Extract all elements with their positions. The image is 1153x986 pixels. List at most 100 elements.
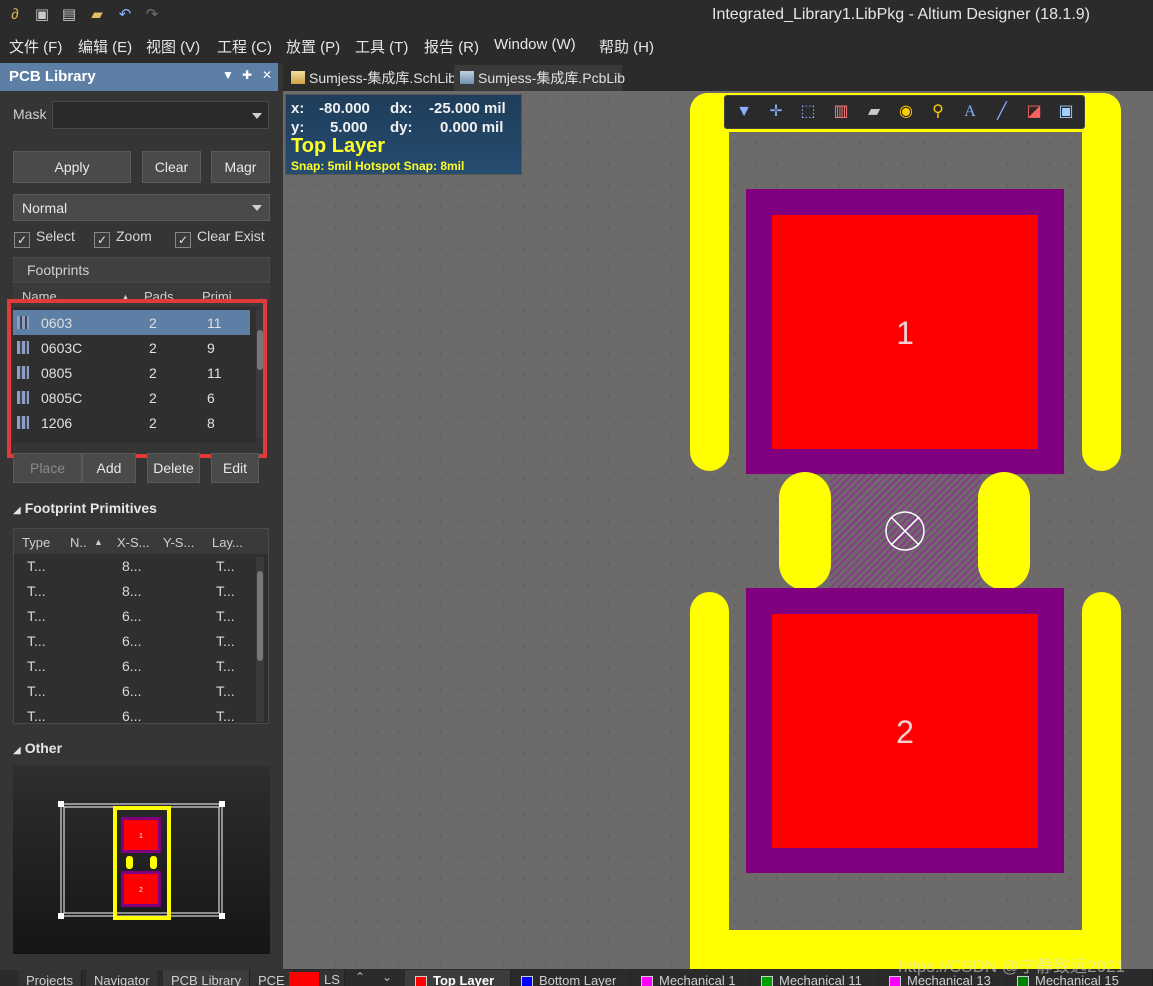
menu-place[interactable]: 放置 (P) [286,36,340,57]
select-area-icon[interactable]: ⬚ [797,101,819,123]
zoom-checkbox[interactable]: ✓ Zoom [94,228,152,248]
undo-icon[interactable]: ↶ [114,4,136,26]
y-value: 5.000 [330,119,368,136]
mask-dropdown-icon[interactable] [252,113,262,119]
primitive-row[interactable]: T... 8... T... [14,554,254,579]
preview-handle[interactable] [219,801,225,807]
primitives-scrollbar[interactable] [256,557,264,722]
mode-select[interactable]: Normal [13,194,270,221]
footprint-preview[interactable]: 1 2 [13,766,270,954]
check-icon: ✓ [14,232,30,248]
other-section[interactable]: ◢ Other [13,740,62,756]
region-icon[interactable]: ◪ [1023,101,1045,123]
tab-navigator[interactable]: Navigator [86,970,159,986]
save-all-icon[interactable]: ▤ [58,4,80,26]
pad-2[interactable]: 2 [772,614,1038,848]
pcb-canvas[interactable]: x: -80.000 dx: -25.000 mil y: 5.000 dy: … [283,91,1153,969]
layer-scroll-up-icon[interactable]: ⌃ [355,970,365,984]
line-icon[interactable]: ╱ [991,101,1013,123]
pad-icon[interactable]: ◉ [895,101,917,123]
panel-header: PCB Library ▼ ✚ ✕ [0,63,278,91]
menu-file[interactable]: 文件 (F) [9,36,62,57]
primitives-section[interactable]: ◢ Footprint Primitives [13,500,157,516]
menu-tools[interactable]: 工具 (T) [355,36,408,57]
component-icon[interactable]: ▰ [863,101,885,123]
open-folder-icon[interactable]: ▰ [86,4,108,26]
layer-set-button[interactable]: LS [320,970,345,986]
layer-tab-bottom-layer[interactable]: Bottom Layer [511,970,631,986]
tab-projects[interactable]: Projects [18,970,82,986]
via-icon[interactable]: ⚲ [927,101,949,123]
layer-tab-top-layer[interactable]: Top Layer [405,970,511,986]
preview-handle[interactable] [58,801,64,807]
layer-color-swatch [415,976,427,986]
col-x-size[interactable]: X-S... [117,535,150,550]
col-layer[interactable]: Lay... [212,535,243,550]
text-icon[interactable]: A [959,101,981,123]
add-button[interactable]: Add [82,453,136,483]
preview-handle[interactable] [58,913,64,919]
menu-edit[interactable]: 编辑 (E) [78,36,132,57]
preview-handle[interactable] [219,913,225,919]
pad-1[interactable]: 1 [772,215,1038,449]
primitive-type: T... [27,658,46,674]
clear-exist-checkbox[interactable]: ✓ Clear Exist [175,228,265,248]
primitive-type: T... [27,583,46,599]
primitive-row[interactable]: T... 6... T... [14,604,254,629]
current-layer-swatch[interactable] [289,972,319,986]
align-icon[interactable]: ▥ [830,101,852,123]
layer-color-swatch [641,976,653,986]
menu-reports[interactable]: 报告 (R) [424,36,479,57]
redo-icon[interactable]: ↷ [141,4,163,26]
pin-icon[interactable]: ✚ [242,68,252,82]
scroll-thumb[interactable] [257,571,263,661]
3d-body-icon[interactable]: ▣ [1055,101,1077,123]
primitive-x-size: 6... [122,708,142,724]
menu-window[interactable]: Window (W) [494,36,576,53]
primitive-row[interactable]: T... 8... T... [14,579,254,604]
tab-pcblib[interactable]: Sumjess-集成库.PcbLib [454,65,626,91]
tab-pcb-library[interactable]: PCB Library [163,970,251,986]
zoom-checkbox-label: Zoom [116,228,152,244]
footprints-header-label: Footprints [27,262,90,278]
app-logo-icon: ∂ [11,6,19,23]
primitive-row[interactable]: T... 6... T... [14,704,254,724]
primitive-row[interactable]: T... 6... T... [14,679,254,704]
layer-tab-label: Mechanical 11 [779,973,862,986]
delete-button[interactable]: Delete [147,453,200,483]
layer-tab-mechanical-11[interactable]: Mechanical 11 [751,970,879,986]
x-label: x: [291,100,305,117]
menu-help[interactable]: 帮助 (H) [599,36,654,57]
edit-button[interactable]: Edit [211,453,259,483]
clear-button[interactable]: Clear [142,151,201,183]
tab-schlib[interactable]: Sumjess-集成库.SchLib [285,65,456,91]
layer-tab-label: Mechanical 1 [659,973,736,986]
menu-view[interactable]: 视图 (V) [146,36,200,57]
mask-input[interactable] [52,101,269,129]
tab-pce[interactable]: PCE [250,970,294,986]
primitive-row[interactable]: T... 6... T... [14,654,254,679]
primitive-row[interactable]: T... 6... T... [14,629,254,654]
tab-pcblib-label: Sumjess-集成库.PcbLib [478,70,626,86]
filter-icon[interactable]: ▼ [733,101,755,123]
apply-button[interactable]: Apply [13,151,131,183]
layer-tab-mechanical-1[interactable]: Mechanical 1 [631,970,751,986]
close-icon[interactable]: ✕ [262,68,272,82]
crosshair-icon[interactable]: ✛ [765,101,787,123]
footprints-header: Footprints [13,257,270,283]
col-y-size[interactable]: Y-S... [163,535,194,550]
col-type[interactable]: Type [22,535,50,550]
current-layer: Top Layer [291,135,386,157]
panel-menu-icon[interactable]: ▼ [222,68,234,82]
primitive-x-size: 8... [122,558,142,574]
layer-menu-icon[interactable]: ⌄ [382,970,392,984]
magnify-button[interactable]: Magr [211,151,270,183]
place-button[interactable]: Place [13,453,82,483]
layer-color-swatch [521,976,533,986]
save-icon[interactable]: ▣ [31,4,53,26]
menu-project[interactable]: 工程 (C) [217,36,272,57]
silkscreen-left-lower [690,592,729,969]
select-checkbox[interactable]: ✓ Select [14,228,75,248]
coordinate-readout: x: -80.000 dx: -25.000 mil y: 5.000 dy: … [285,94,522,175]
col-number[interactable]: N.. [70,535,87,550]
